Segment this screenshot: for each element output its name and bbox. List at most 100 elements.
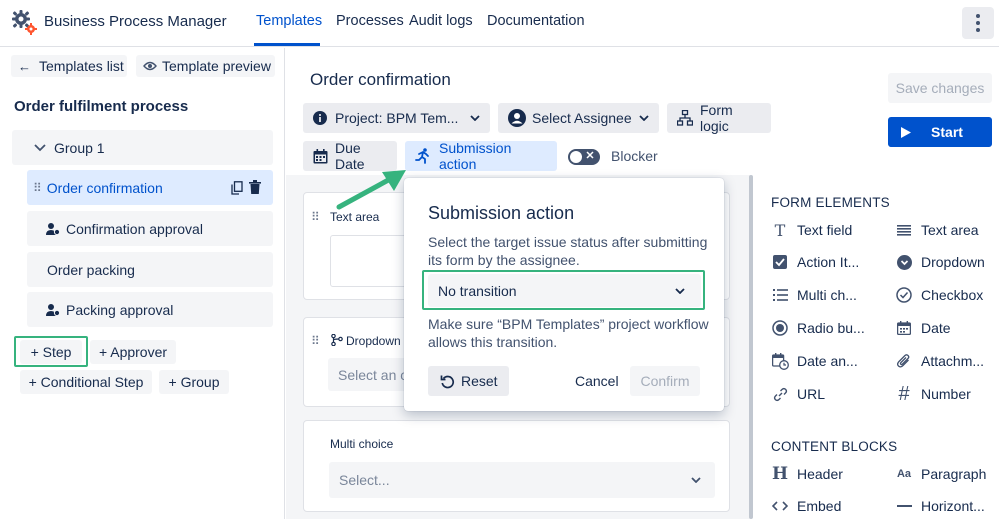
reset-label: Reset xyxy=(461,373,498,389)
header-icon: H xyxy=(771,464,789,484)
list-icon xyxy=(771,286,789,304)
element-label: Text area xyxy=(921,222,979,238)
popup-description: Select the target issue status after sub… xyxy=(428,233,713,269)
group-label: Group 1 xyxy=(54,139,105,156)
drag-handle-icon[interactable]: ⠿ xyxy=(33,181,42,195)
element-label: Radio bu... xyxy=(797,320,865,336)
element-label: Multi ch... xyxy=(797,287,857,303)
project-label: Project: BPM Tem... xyxy=(335,110,459,126)
add-conditional-step-button[interactable]: + Conditional Step xyxy=(20,370,152,394)
assignee-select-button[interactable]: Select Assignee xyxy=(498,103,659,133)
element-text-area[interactable]: Text area xyxy=(895,219,979,241)
tab-templates[interactable]: Templates xyxy=(256,13,322,29)
step-label: Packing approval xyxy=(66,301,174,318)
element-label: Number xyxy=(921,386,971,402)
group-row[interactable]: Group 1 xyxy=(12,130,273,165)
step-packing-approval[interactable]: Packing approval xyxy=(27,292,273,327)
element-action-item[interactable]: Action It... xyxy=(771,251,859,273)
chevron-down-icon xyxy=(470,115,480,121)
element-number[interactable]: # Number xyxy=(895,382,971,405)
link-icon xyxy=(771,385,789,403)
tab-documentation[interactable]: Documentation xyxy=(487,13,585,29)
chevron-down-icon xyxy=(639,115,649,121)
chevron-down-icon xyxy=(691,477,701,483)
block-horizontal-line[interactable]: Horizont... xyxy=(895,495,985,517)
dropdown-branch-icon xyxy=(331,334,343,346)
checkbox-checked-icon xyxy=(771,253,789,271)
multi-choice-select[interactable]: Select... xyxy=(329,462,715,498)
step-confirmation-approval[interactable]: Confirmation approval xyxy=(27,211,273,246)
trash-icon[interactable] xyxy=(249,180,261,194)
element-text-field[interactable]: T Text field xyxy=(771,219,853,241)
page-title: Order confirmation xyxy=(310,70,451,89)
add-step-button[interactable]: + Step xyxy=(20,340,82,364)
annotation-arrow-icon xyxy=(336,166,410,212)
chevron-down-icon[interactable] xyxy=(34,143,46,152)
popup-description-line: Select the target issue status after sub… xyxy=(428,234,708,250)
save-changes-button[interactable]: Save changes xyxy=(888,73,992,103)
check-circle-icon xyxy=(895,286,913,304)
app-title: Business Process Manager xyxy=(44,13,227,30)
copy-icon[interactable] xyxy=(231,181,243,195)
step-order-confirmation[interactable]: ⠿ Order confirmation xyxy=(27,170,273,205)
reset-button[interactable]: Reset xyxy=(428,366,509,396)
block-header[interactable]: H Header xyxy=(771,463,843,485)
dropdown-circle-icon xyxy=(895,253,913,271)
project-select-button[interactable]: Project: BPM Tem... xyxy=(303,103,490,133)
more-menu-button[interactable] xyxy=(962,7,994,39)
template-preview-button[interactable]: Template preview xyxy=(136,55,275,77)
element-url[interactable]: URL xyxy=(771,383,825,405)
popup-title: Submission action xyxy=(428,203,575,223)
form-logic-button[interactable]: Form logic xyxy=(667,102,771,134)
element-label: Attachm... xyxy=(921,353,985,369)
template-preview-label: Template preview xyxy=(162,58,271,74)
step-order-packing[interactable]: Order packing xyxy=(27,252,273,287)
calendar-icon xyxy=(895,319,913,337)
canvas-scrollbar[interactable] xyxy=(749,175,753,519)
process-title: Order fulfilment process xyxy=(14,98,189,115)
element-label: Paragraph xyxy=(921,466,987,482)
radio-icon xyxy=(771,319,789,337)
start-label: Start xyxy=(931,124,963,140)
tab-audit-logs[interactable]: Audit logs xyxy=(409,13,473,29)
text-area-label: Text area xyxy=(330,210,380,224)
hash-icon: # xyxy=(898,382,910,405)
blocker-label: Blocker xyxy=(611,148,658,164)
element-radio-button[interactable]: Radio bu... xyxy=(771,317,865,339)
hierarchy-icon xyxy=(677,110,693,126)
multi-choice-placeholder: Select... xyxy=(339,472,390,488)
templates-list-label: Templates list xyxy=(39,58,124,74)
start-button[interactable]: Start xyxy=(888,117,992,147)
element-label: Date xyxy=(921,320,951,336)
step-label: Confirmation approval xyxy=(66,220,203,237)
tab-processes[interactable]: Processes xyxy=(336,13,404,29)
info-icon xyxy=(313,111,327,125)
cancel-button[interactable]: Cancel xyxy=(575,373,619,389)
play-icon xyxy=(901,127,911,138)
close-x-icon xyxy=(586,151,594,159)
element-multi-choice[interactable]: Multi ch... xyxy=(771,284,857,306)
element-attachment[interactable]: Attachm... xyxy=(895,350,984,372)
drag-handle-icon[interactable]: ⠿ xyxy=(311,210,320,224)
submission-action-button[interactable]: Submission action xyxy=(405,140,557,172)
drag-handle-icon[interactable]: ⠿ xyxy=(311,334,320,348)
element-label: URL xyxy=(797,386,826,402)
add-approver-button[interactable]: + Approver xyxy=(90,340,176,364)
approver-icon xyxy=(46,303,60,317)
element-dropdown[interactable]: Dropdown xyxy=(895,251,985,273)
element-checkbox[interactable]: Checkbox xyxy=(895,284,983,306)
element-label: Embed xyxy=(797,498,842,514)
confirm-button[interactable]: Confirm xyxy=(630,366,700,396)
block-embed[interactable]: Embed xyxy=(771,495,841,517)
element-date-and-time[interactable]: Date an... xyxy=(771,350,858,372)
add-group-button[interactable]: + Group xyxy=(159,370,229,394)
element-date[interactable]: Date xyxy=(895,317,951,339)
assignee-label: Select Assignee xyxy=(532,110,632,126)
arrow-left-icon: ← xyxy=(18,58,31,74)
templates-list-button[interactable]: ← Templates list xyxy=(11,55,127,77)
gear-logo-icon xyxy=(10,8,38,36)
toggle-knob xyxy=(570,151,582,163)
paragraph-icon: Aa xyxy=(896,468,912,480)
block-paragraph[interactable]: Aa Paragraph xyxy=(895,463,986,485)
paperclip-icon xyxy=(895,352,913,370)
